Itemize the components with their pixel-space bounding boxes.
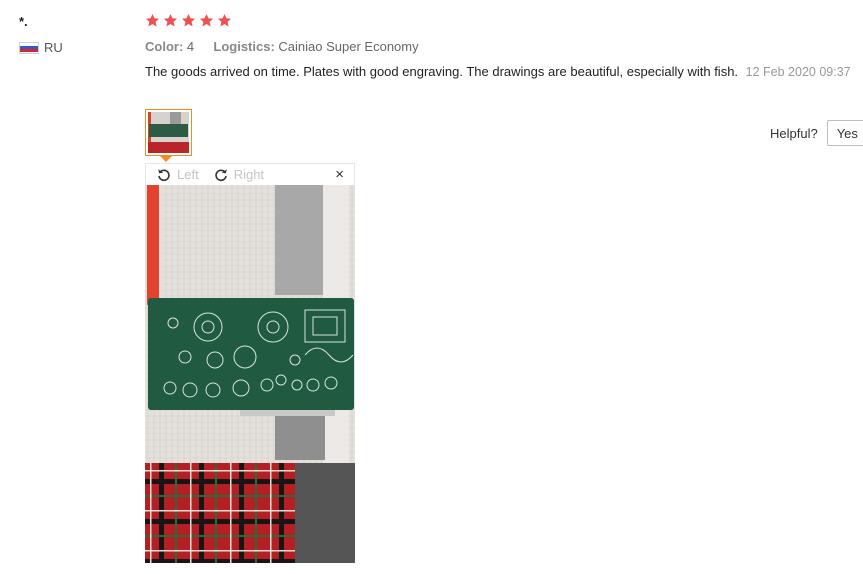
review-photo-image [145,185,355,563]
close-icon[interactable]: × [335,166,344,183]
country-code: RU [44,40,63,55]
rotate-right-button[interactable]: Right [213,167,264,183]
thumbnail-pointer [160,156,172,162]
color-value: 4 [186,39,195,54]
review-body: The goods arrived on time. Plates with g… [145,63,857,81]
rotate-left-icon [158,168,170,181]
color-label: Color: [145,39,184,54]
order-attributes: Color: 4 Logistics: Cainiao Super Econom… [145,39,419,54]
rotate-left-button[interactable]: Left [156,167,199,183]
rotate-right-icon [214,168,227,181]
star-icon [199,13,214,27]
star-rating [145,13,232,28]
helpful-section: Helpful? Yes [770,120,863,146]
review-photo [145,185,355,563]
thumbnail-image [148,112,189,153]
star-icon [145,13,160,27]
logistics-value: Cainiao Super Economy [278,39,419,54]
photo-viewer-toolbar: Left Right × [145,163,355,185]
logistics-label: Logistics: [213,39,275,54]
rotate-left-label: Left [177,167,199,182]
helpful-label: Helpful? [770,125,818,141]
reviewer-country: RU [19,40,63,55]
star-icon [217,13,232,27]
rotate-right-label: Right [233,167,265,182]
russia-flag-icon [19,41,39,54]
review-text: The goods arrived on time. Plates with g… [145,64,739,79]
star-icon [163,13,178,27]
reviewer-name: *. [19,14,28,29]
helpful-yes-button[interactable]: Yes [826,120,863,146]
review-date: 12 Feb 2020 09:37 [745,65,851,79]
star-icon [181,13,196,27]
review-photo-thumbnail[interactable] [145,109,192,156]
